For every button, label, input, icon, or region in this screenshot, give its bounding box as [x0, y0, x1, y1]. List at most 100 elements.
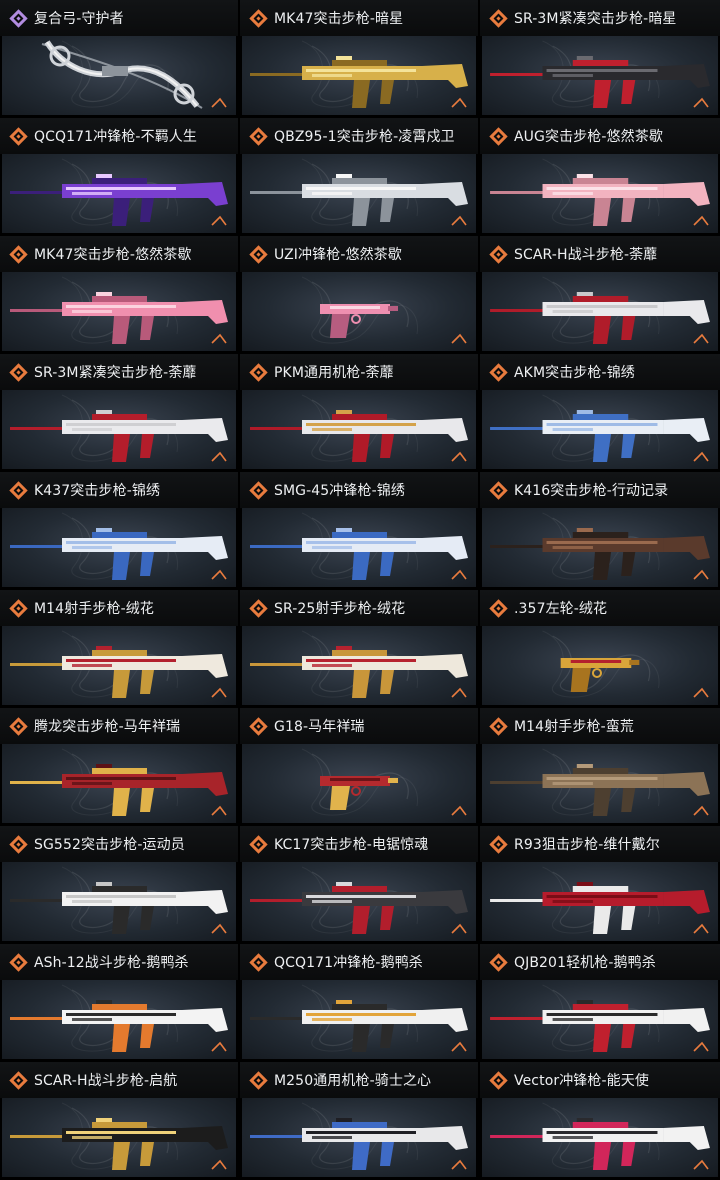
weapon-skin-tile[interactable]: ASh-12战斗步枪-鹅鸭杀: [0, 944, 238, 1061]
weapon-preview-card[interactable]: [482, 154, 718, 233]
rarity-diamond-icon: [249, 362, 268, 382]
weapon-preview-card[interactable]: [242, 1098, 476, 1177]
weapon-skin-tile[interactable]: SMG-45冲锋枪-锦绣: [240, 472, 478, 589]
weapon-skin-tile[interactable]: MK47突击步枪-悠然茶歇: [0, 236, 238, 353]
weapon-preview-card[interactable]: [242, 744, 476, 823]
weapon-skin-image: [250, 646, 468, 698]
weapon-preview-card[interactable]: [242, 626, 476, 705]
corner-chevron-icon: [211, 451, 227, 462]
weapon-preview-card[interactable]: [242, 272, 476, 351]
weapon-title-bar: R93狙击步枪-维什戴尔: [480, 826, 720, 862]
weapon-skin-name: M250通用机枪-骑士之心: [274, 1073, 432, 1089]
weapon-preview-card[interactable]: [242, 36, 476, 115]
weapon-skin-tile[interactable]: QCQ171冲锋枪-鹅鸭杀: [240, 944, 478, 1061]
weapon-preview-card[interactable]: [2, 390, 236, 469]
weapon-skin-tile[interactable]: SCAR-H战斗步枪-启航: [0, 1062, 238, 1179]
corner-chevron-icon: [451, 215, 467, 226]
rarity-diamond-icon: [489, 126, 508, 146]
weapon-preview-card[interactable]: [242, 980, 476, 1059]
weapon-title-bar: AUG突击步枪-悠然茶歇: [480, 118, 720, 154]
weapon-skin-image: [320, 776, 398, 810]
weapon-skin-name: QCQ171冲锋枪-不羁人生: [34, 129, 197, 145]
weapon-skin-tile[interactable]: 腾龙突击步枪-马年祥瑞: [0, 708, 238, 825]
weapon-title-bar: 腾龙突击步枪-马年祥瑞: [0, 708, 238, 744]
weapon-preview-card[interactable]: [482, 1098, 718, 1177]
weapon-preview-card[interactable]: [482, 36, 718, 115]
weapon-skin-tile[interactable]: KC17突击步枪-电锯惊魂: [240, 826, 478, 943]
weapon-skin-name: SCAR-H战斗步枪-启航: [34, 1073, 178, 1089]
rarity-diamond-icon: [249, 126, 268, 146]
weapon-title-bar: KC17突击步枪-电锯惊魂: [240, 826, 478, 862]
weapon-preview-card[interactable]: [2, 36, 236, 115]
weapon-skin-tile[interactable]: Vector冲锋枪-能天使: [480, 1062, 720, 1179]
weapon-title-bar: SR-3M紧凑突击步枪-暗星: [480, 0, 720, 36]
weapon-skin-tile[interactable]: R93狙击步枪-维什戴尔: [480, 826, 720, 943]
weapon-skin-tile[interactable]: SCAR-H战斗步枪-荼蘼: [480, 236, 720, 353]
weapon-preview-card[interactable]: [2, 626, 236, 705]
weapon-skin-image: [490, 1118, 710, 1170]
weapon-skin-name: SR-25射手步枪-绒花: [274, 601, 406, 617]
weapon-title-bar: AKM突击步枪-锦绣: [480, 354, 720, 390]
weapon-skin-tile[interactable]: PKM通用机枪-荼蘼: [240, 354, 478, 471]
weapon-preview-card[interactable]: [2, 1098, 236, 1177]
corner-chevron-icon: [693, 451, 709, 462]
weapon-skin-tile[interactable]: K416突击步枪-行动记录: [480, 472, 720, 589]
corner-chevron-icon: [451, 569, 467, 580]
weapon-skin-image: [10, 882, 228, 934]
weapon-skin-tile[interactable]: SR-3M紧凑突击步枪-暗星: [480, 0, 720, 117]
weapon-skin-tile[interactable]: QBZ95-1突击步枪-凌霄戍卫: [240, 118, 478, 235]
weapon-skin-tile[interactable]: M14射手步枪-蛮荒: [480, 708, 720, 825]
weapon-skin-tile[interactable]: SR-25射手步枪-绒花: [240, 590, 478, 707]
weapon-skin-tile[interactable]: UZI冲锋枪-悠然茶歇: [240, 236, 478, 353]
weapon-skin-tile[interactable]: .357左轮-绒花: [480, 590, 720, 707]
weapon-preview-card[interactable]: [242, 508, 476, 587]
weapon-preview-card[interactable]: [2, 980, 236, 1059]
weapon-preview-card[interactable]: [242, 390, 476, 469]
weapon-skin-name: MK47突击步枪-暗星: [274, 11, 404, 27]
weapon-skin-name: UZI冲锋枪-悠然茶歇: [274, 247, 402, 263]
weapon-skin-tile[interactable]: M14射手步枪-绒花: [0, 590, 238, 707]
corner-chevron-icon: [451, 97, 467, 108]
weapon-title-bar: MK47突击步枪-悠然茶歇: [0, 236, 238, 272]
weapon-skin-name: MK47突击步枪-悠然茶歇: [34, 247, 192, 263]
weapon-skin-tile[interactable]: AUG突击步枪-悠然茶歇: [480, 118, 720, 235]
weapon-skin-tile[interactable]: MK47突击步枪-暗星: [240, 0, 478, 117]
weapon-title-bar: 复合弓-守护者: [0, 0, 238, 36]
weapon-skin-tile[interactable]: SR-3M紧凑突击步枪-荼蘼: [0, 354, 238, 471]
weapon-skin-name: PKM通用机枪-荼蘼: [274, 365, 394, 381]
corner-chevron-icon: [451, 333, 467, 344]
weapon-preview-card[interactable]: [2, 154, 236, 233]
weapon-title-bar: Vector冲锋枪-能天使: [480, 1062, 720, 1098]
weapon-skin-tile[interactable]: QCQ171冲锋枪-不羁人生: [0, 118, 238, 235]
corner-chevron-icon: [451, 805, 467, 816]
weapon-preview-card[interactable]: [242, 862, 476, 941]
weapon-skin-tile[interactable]: SG552突击步枪-运动员: [0, 826, 238, 943]
weapon-skin-name: KC17突击步枪-电锯惊魂: [274, 837, 429, 853]
weapon-preview-card[interactable]: [2, 744, 236, 823]
weapon-skin-tile[interactable]: 复合弓-守护者: [0, 0, 238, 117]
weapon-title-bar: SR-3M紧凑突击步枪-荼蘼: [0, 354, 238, 390]
rarity-diamond-icon: [489, 480, 508, 500]
weapon-preview-card[interactable]: [2, 508, 236, 587]
weapon-title-bar: G18-马年祥瑞: [240, 708, 478, 744]
weapon-preview-card[interactable]: [482, 508, 718, 587]
weapon-preview-card[interactable]: [2, 862, 236, 941]
weapon-preview-card[interactable]: [482, 390, 718, 469]
weapon-skin-tile[interactable]: M250通用机枪-骑士之心: [240, 1062, 478, 1179]
weapon-preview-card[interactable]: [482, 862, 718, 941]
weapon-preview-card[interactable]: [482, 980, 718, 1059]
weapon-skin-tile[interactable]: QJB201轻机枪-鹅鸭杀: [480, 944, 720, 1061]
weapon-skin-tile[interactable]: AKM突击步枪-锦绣: [480, 354, 720, 471]
weapon-preview-card[interactable]: [482, 626, 718, 705]
weapon-skin-image: [250, 882, 468, 934]
weapon-preview-card[interactable]: [2, 272, 236, 351]
weapon-preview-card[interactable]: [242, 154, 476, 233]
weapon-skin-tile[interactable]: G18-马年祥瑞: [240, 708, 478, 825]
weapon-skin-name: SCAR-H战斗步枪-荼蘼: [514, 247, 658, 263]
weapon-preview-card[interactable]: [482, 744, 718, 823]
weapon-preview-card[interactable]: [482, 272, 718, 351]
rarity-diamond-icon: [9, 834, 28, 854]
weapon-skin-tile[interactable]: K437突击步枪-锦绣: [0, 472, 238, 589]
rarity-diamond-icon: [489, 598, 508, 618]
rarity-diamond-icon: [249, 244, 268, 264]
